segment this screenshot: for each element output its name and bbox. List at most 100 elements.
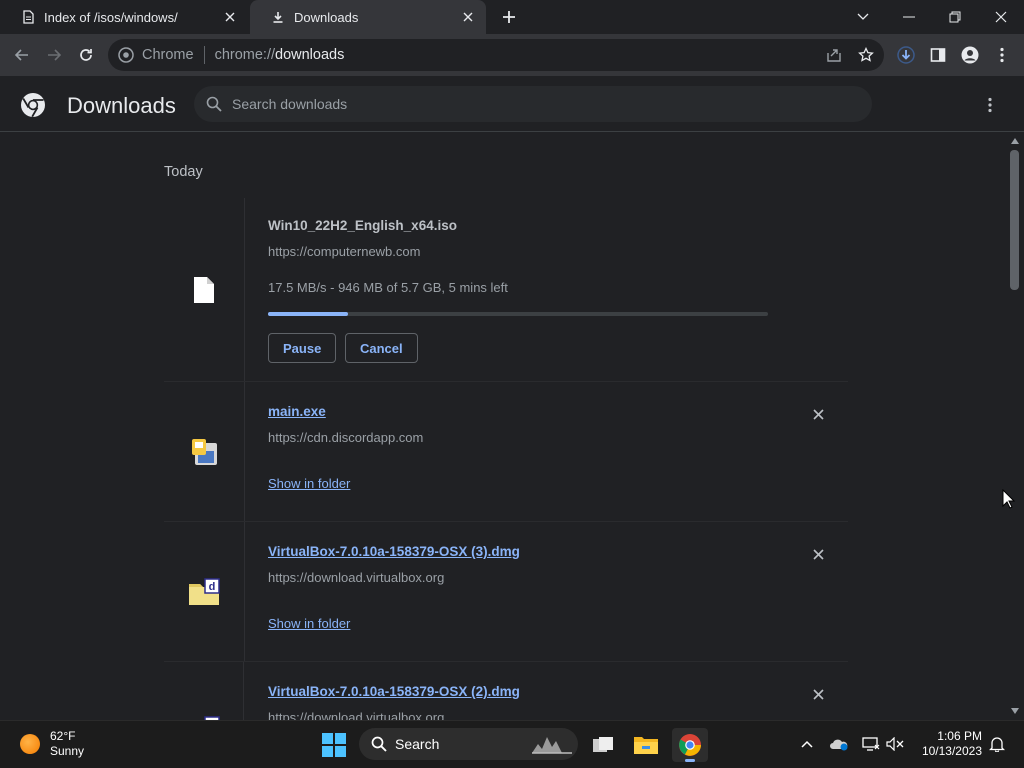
notification-bell-icon[interactable] — [986, 733, 1008, 755]
site-info[interactable]: Chrome — [118, 47, 194, 63]
disk-image-icon: d — [189, 577, 220, 605]
divider — [203, 46, 205, 64]
system-clock[interactable]: 1:06 PM 10/13/2023 — [912, 729, 982, 759]
page-more-menu-icon[interactable] — [978, 93, 1002, 117]
downloads-indicator-icon[interactable] — [894, 43, 918, 67]
show-in-folder-link[interactable]: Show in folder — [268, 476, 350, 491]
scrollbar-thumb[interactable] — [1010, 150, 1019, 290]
download-item: Win10_22H2_English_x64.iso https://compu… — [164, 198, 848, 382]
download-icon — [270, 9, 286, 25]
side-panel-icon[interactable] — [926, 43, 950, 67]
file-name-link[interactable]: VirtualBox-7.0.10a-158379-OSX (2).dmg — [268, 684, 520, 699]
task-view-icon — [593, 737, 613, 752]
forward-button[interactable] — [42, 43, 66, 67]
new-tab-button[interactable] — [500, 8, 518, 26]
cancel-button[interactable]: Cancel — [345, 333, 418, 363]
progress-bar — [268, 312, 768, 316]
search-icon — [206, 96, 222, 112]
clock-time: 1:06 PM — [937, 729, 982, 743]
downloads-header: Downloads — [0, 76, 1024, 132]
taskbar: 62°F Sunny Search 1:06 PM 10/13/2023 — [0, 720, 1024, 768]
onedrive-icon[interactable] — [828, 733, 850, 755]
mouse-cursor-icon — [1002, 488, 1016, 509]
download-status: 17.5 MB/s - 946 MB of 5.7 GB, 5 mins lef… — [268, 280, 508, 295]
bookmark-star-icon[interactable] — [854, 39, 878, 71]
windows-icon — [322, 733, 346, 757]
pause-button[interactable]: Pause — [268, 333, 337, 363]
installer-icon — [192, 438, 217, 465]
file-type-icon-col — [164, 198, 245, 381]
close-icon[interactable] — [460, 9, 476, 25]
tab-search-button[interactable] — [841, 0, 885, 34]
chrome-logo-icon — [20, 92, 46, 118]
search-input[interactable] — [230, 95, 834, 113]
back-button[interactable] — [10, 43, 34, 67]
browser-toolbar: Chrome chrome://downloads — [0, 34, 1024, 76]
file-explorer-button[interactable] — [628, 728, 664, 762]
file-name: Win10_22H2_English_x64.iso — [268, 218, 457, 233]
more-menu-icon[interactable] — [990, 43, 1014, 67]
vertical-scrollbar[interactable] — [1006, 132, 1024, 720]
source-url[interactable]: https://computernewb.com — [268, 244, 420, 259]
file-type-icon-col: d — [164, 522, 245, 661]
download-item: VirtualBox-7.0.10a-158379-OSX (2).dmg ht… — [164, 662, 848, 720]
address-bar[interactable]: Chrome chrome://downloads — [108, 39, 884, 71]
close-window-button[interactable] — [979, 0, 1023, 34]
active-app-indicator — [685, 759, 695, 762]
file-name-link[interactable]: main.exe — [268, 404, 326, 419]
url-host: downloads — [275, 47, 345, 63]
reload-button[interactable] — [74, 43, 98, 67]
clock-date: 10/13/2023 — [921, 744, 982, 758]
folder-icon — [634, 737, 658, 754]
remove-item-close-icon[interactable] — [810, 406, 826, 422]
source-url[interactable]: https://download.virtualbox.org — [268, 710, 444, 720]
share-icon[interactable] — [822, 39, 846, 71]
file-icon — [194, 276, 214, 303]
weather-temp: 62°F — [50, 729, 76, 743]
search-highlight-icon — [532, 737, 572, 754]
volume-muted-icon[interactable] — [884, 733, 906, 755]
url-scheme: chrome:// — [214, 47, 276, 63]
scroll-down-arrow-icon[interactable] — [1010, 706, 1020, 716]
progress-fill — [268, 312, 348, 316]
tab-strip: Index of /isos/windows/ Downloads — [0, 0, 1024, 34]
chrome-icon — [118, 47, 134, 63]
tab-downloads[interactable]: Downloads — [250, 0, 486, 34]
remove-item-close-icon[interactable] — [810, 546, 826, 562]
weather-widget[interactable]: 62°F Sunny — [20, 729, 84, 759]
chrome-taskbar-button[interactable] — [672, 728, 708, 762]
start-button[interactable] — [322, 733, 346, 757]
tab-title: Downloads — [294, 9, 359, 25]
remove-item-close-icon[interactable] — [810, 686, 826, 702]
date-heading: Today — [164, 164, 203, 180]
file-type-icon-col — [164, 382, 245, 521]
chrome-icon — [679, 734, 701, 756]
close-icon[interactable] — [222, 9, 238, 25]
page-icon — [20, 9, 36, 25]
profile-icon[interactable] — [958, 43, 982, 67]
file-name-link[interactable]: VirtualBox-7.0.10a-158379-OSX (3).dmg — [268, 544, 520, 559]
downloads-list: Today Win10_22H2_English_x64.iso https:/… — [0, 132, 1006, 720]
download-item: d VirtualBox-7.0.10a-158379-OSX (3).dmg … — [164, 522, 848, 662]
taskbar-search[interactable]: Search — [359, 728, 578, 760]
download-item: main.exe https://cdn.discordapp.com Show… — [164, 382, 848, 522]
page-title: Downloads — [67, 93, 176, 118]
search-downloads[interactable] — [194, 86, 872, 122]
task-view-button[interactable] — [585, 728, 621, 762]
search-icon — [371, 736, 387, 752]
taskbar-search-label: Search — [395, 736, 440, 752]
source-url[interactable]: https://download.virtualbox.org — [268, 570, 444, 585]
tab-index-isos[interactable]: Index of /isos/windows/ — [0, 0, 248, 34]
show-hidden-icons-chevron-icon[interactable] — [796, 733, 818, 755]
minimize-button[interactable] — [887, 0, 931, 34]
sun-icon — [20, 734, 40, 754]
network-icon[interactable] — [860, 733, 882, 755]
svg-text:d: d — [209, 581, 216, 593]
show-in-folder-link[interactable]: Show in folder — [268, 616, 350, 631]
weather-desc: Sunny — [50, 744, 85, 758]
restore-button[interactable] — [933, 0, 977, 34]
scroll-up-arrow-icon[interactable] — [1010, 136, 1020, 146]
tab-title: Index of /isos/windows/ — [44, 9, 178, 25]
site-label: Chrome — [142, 47, 194, 63]
source-url[interactable]: https://cdn.discordapp.com — [268, 430, 423, 445]
